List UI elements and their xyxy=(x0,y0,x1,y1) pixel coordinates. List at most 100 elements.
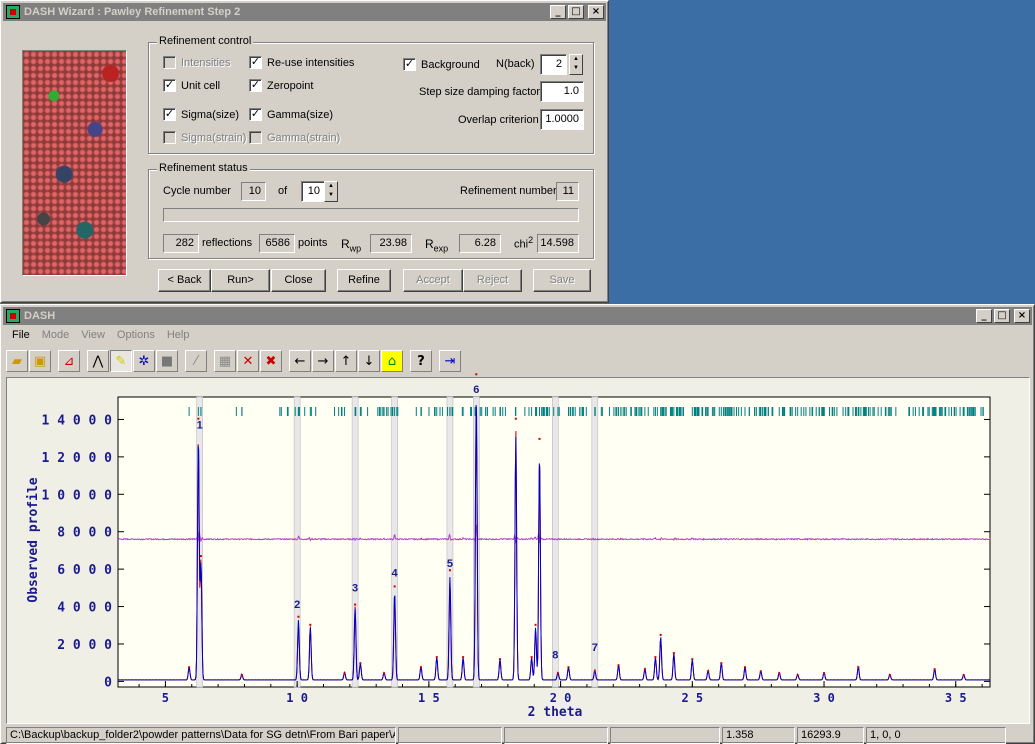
main-maximize-icon[interactable]: □ xyxy=(994,309,1010,323)
gamma-size-label: Gamma(size) xyxy=(267,108,334,121)
main-close-icon[interactable]: × xyxy=(1014,309,1030,323)
delete-all-tool-icon[interactable]: ✖ xyxy=(260,350,282,372)
sigma-size-checkbox[interactable]: ✓ Sigma(size) xyxy=(163,108,239,121)
molecule-image xyxy=(22,50,127,276)
save-button[interactable]: Save xyxy=(533,269,591,292)
arrow-down-icon[interactable]: ↓ xyxy=(358,350,380,372)
reflections-value: 282 xyxy=(163,234,199,253)
background-label: Background xyxy=(421,58,480,71)
chi2-value: 14.598 xyxy=(537,234,579,253)
wizard-title: DASH Wizard : Pawley Refinement Step 2 xyxy=(24,6,241,18)
menu-view[interactable]: View xyxy=(75,329,111,341)
overlap-criterion-input[interactable]: 1.0000 xyxy=(540,109,584,130)
overlap-criterion-label: Overlap criterion xyxy=(458,114,539,126)
refinement-progress-bar xyxy=(163,208,579,222)
help-icon[interactable]: ? xyxy=(410,350,432,372)
menu-bar: File Mode View Options Help xyxy=(6,326,195,344)
status-bar: C:\Backup\backup_folder2\powder patterns… xyxy=(6,727,1008,744)
arrow-right-icon[interactable]: → xyxy=(312,350,334,372)
n-back-label: N(back) xyxy=(496,58,535,70)
unit-cell-checkbox[interactable]: ✓ Unit cell xyxy=(163,79,220,92)
refinement-number-value: 11 xyxy=(556,182,579,201)
unit-cell-label: Unit cell xyxy=(181,79,221,92)
intensities-checkbox: Intensities xyxy=(163,56,231,69)
rwp-r: R xyxy=(341,237,350,251)
gamma-strain-box xyxy=(249,131,262,144)
status-value-3: 1, 0, 0 xyxy=(866,727,1006,744)
reject-button[interactable]: Reject xyxy=(463,269,522,292)
gamma-size-box[interactable]: ✓ xyxy=(249,108,262,121)
grid-tool-icon[interactable]: ▦ xyxy=(214,350,236,372)
status-value-2: 16293.9 xyxy=(797,727,864,744)
reuse-intensities-label: Re-use intensities xyxy=(267,56,355,69)
refinement-status-label: Refinement status xyxy=(157,162,250,174)
wizard-titlebar[interactable]: DASH Wizard : Pawley Refinement Step 2 _… xyxy=(3,3,606,21)
menu-mode[interactable]: Mode xyxy=(36,329,76,341)
points-label: points xyxy=(298,237,328,249)
sigma-strain-box xyxy=(163,131,176,144)
rexp-r: R xyxy=(425,237,434,251)
max-cycles-input[interactable]: 10 xyxy=(301,181,325,202)
profile-plot-icon[interactable]: ⊿ xyxy=(58,350,80,372)
n-back-input[interactable]: 2 xyxy=(540,54,567,75)
delete-tool-icon[interactable]: ✕ xyxy=(237,350,259,372)
toolbar: ▰ ▣ ⊿ ⋀ ✎ ✲ ■ ⁄ ▦ ✕ ✖ ← → ↑ ↓ ⌂ ? ⇥ xyxy=(6,349,462,373)
points-value: 6586 xyxy=(259,234,295,253)
rexp-sub: exp xyxy=(433,243,449,254)
step-damping-input[interactable]: 1.0 xyxy=(540,81,584,102)
gamma-size-checkbox[interactable]: ✓ Gamma(size) xyxy=(249,108,333,121)
home-icon[interactable]: ⌂ xyxy=(381,350,403,372)
sigma-size-box[interactable]: ✓ xyxy=(163,108,176,121)
cycle-number-value: 10 xyxy=(241,182,266,201)
arrow-up-icon[interactable]: ↑ xyxy=(335,350,357,372)
accept-button[interactable]: Accept xyxy=(403,269,463,292)
zeropoint-checkbox[interactable]: ✓ Zeropoint xyxy=(249,79,313,92)
main-minimize-icon[interactable]: _ xyxy=(976,309,992,323)
view-file-icon[interactable]: ▣ xyxy=(29,350,51,372)
gamma-strain-checkbox: Gamma(strain) xyxy=(249,131,340,144)
unit-cell-box[interactable]: ✓ xyxy=(163,79,176,92)
status-value-1: 1.358 xyxy=(722,727,795,744)
n-back-spinner[interactable]: ▲ ▼ xyxy=(569,54,583,75)
status-field-2 xyxy=(398,727,502,744)
exit-icon[interactable]: ⇥ xyxy=(439,350,461,372)
refinement-control-label: Refinement control xyxy=(157,35,254,47)
menu-help[interactable]: Help xyxy=(161,329,196,341)
peak-fit-icon[interactable]: ⋀ xyxy=(87,350,109,372)
close-icon[interactable]: × xyxy=(588,5,604,19)
zeropoint-box[interactable]: ✓ xyxy=(249,79,262,92)
back-button[interactable]: < Back xyxy=(158,269,211,292)
close-button[interactable]: Close xyxy=(271,269,326,292)
open-folder-icon[interactable]: ▰ xyxy=(6,350,28,372)
intensities-label: Intensities xyxy=(181,56,231,69)
cycle-number-label: Cycle number xyxy=(163,185,231,197)
sigma-strain-label: Sigma(strain) xyxy=(181,131,247,144)
sigma-strain-checkbox: Sigma(strain) xyxy=(163,131,246,144)
status-field-3 xyxy=(504,727,608,744)
stop-tool-icon[interactable]: ■ xyxy=(156,350,178,372)
sigma-size-label: Sigma(size) xyxy=(181,108,240,121)
reuse-intensities-box[interactable]: ✓ xyxy=(249,56,262,69)
main-titlebar[interactable]: DASH _ □ × xyxy=(3,307,1032,325)
maximize-icon[interactable]: □ xyxy=(568,5,584,19)
rwp-sub: wp xyxy=(349,243,362,254)
minimize-icon[interactable]: _ xyxy=(550,5,566,19)
menu-file[interactable]: File xyxy=(6,329,36,341)
gamma-strain-label: Gamma(strain) xyxy=(267,131,341,144)
rexp-label: Rexp xyxy=(425,237,448,253)
background-checkbox[interactable]: ✓ Background xyxy=(403,58,480,71)
refine-button[interactable]: Refine xyxy=(337,269,391,292)
star-tool-icon[interactable]: ✲ xyxy=(133,350,155,372)
step-damping-label: Step size damping factor xyxy=(419,86,541,98)
run-button[interactable]: Run> xyxy=(211,269,270,292)
pointer-tool-icon[interactable]: ✎ xyxy=(110,350,132,372)
reuse-intensities-checkbox[interactable]: ✓ Re-use intensities xyxy=(249,56,354,69)
zeropoint-label: Zeropoint xyxy=(267,79,314,92)
rexp-value: 6.28 xyxy=(459,234,501,253)
wand-tool-icon[interactable]: ⁄ xyxy=(185,350,207,372)
chi2-chi: chi xyxy=(514,238,529,251)
background-box[interactable]: ✓ xyxy=(403,58,416,71)
arrow-left-icon[interactable]: ← xyxy=(289,350,311,372)
max-cycles-spinner[interactable]: ▲ ▼ xyxy=(324,181,338,202)
menu-options[interactable]: Options xyxy=(111,329,161,341)
